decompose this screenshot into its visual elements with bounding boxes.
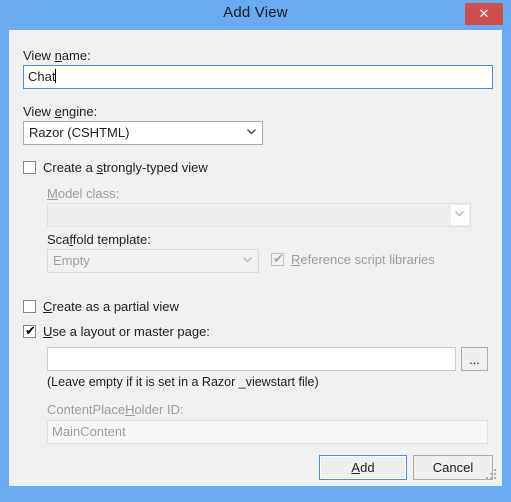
text-caret bbox=[55, 69, 57, 83]
model-class-select[interactable] bbox=[47, 203, 471, 227]
layout-path-input[interactable] bbox=[47, 347, 456, 371]
checkbox-box: ✔ bbox=[271, 251, 284, 266]
browse-layout-button[interactable]: ... bbox=[461, 347, 488, 371]
content-placeholder-label: ContentPlaceHolder ID: bbox=[47, 402, 184, 417]
dialog-client-area: View name: Chat View engine: Razor (CSHT… bbox=[9, 30, 502, 486]
scaffold-template-value: Empty bbox=[53, 253, 90, 268]
use-layout-label: Use a layout or master page: bbox=[43, 324, 210, 339]
view-name-value: Chat bbox=[28, 69, 56, 84]
content-placeholder-value: MainContent bbox=[52, 424, 126, 439]
content-placeholder-input[interactable]: MainContent bbox=[47, 420, 488, 444]
title-bar: Add View ✕ bbox=[0, 0, 511, 30]
add-button[interactable]: Add bbox=[319, 455, 407, 480]
resize-grip[interactable] bbox=[485, 469, 498, 482]
view-name-input[interactable]: Chat bbox=[23, 65, 493, 89]
check-icon: ✔ bbox=[25, 323, 36, 338]
layout-hint-text: (Leave empty if it is set in a Razor _vi… bbox=[47, 375, 319, 389]
partial-view-label: Create as a partial view bbox=[43, 299, 179, 314]
add-button-label: dd bbox=[360, 460, 375, 475]
chevron-down-icon bbox=[455, 211, 464, 217]
add-view-dialog: Add View ✕ View name: Chat View engine: … bbox=[0, 0, 511, 502]
reference-script-libraries-label: Reference script libraries bbox=[291, 252, 435, 267]
close-icon[interactable]: ✕ bbox=[465, 3, 503, 25]
add-button-accel: A bbox=[351, 460, 361, 475]
chevron-down-icon bbox=[247, 129, 256, 135]
view-engine-value: Razor (CSHTML) bbox=[29, 125, 130, 140]
checkbox-box bbox=[23, 161, 36, 174]
view-engine-select[interactable]: Razor (CSHTML) bbox=[23, 121, 263, 145]
view-engine-label: View engine: bbox=[23, 104, 98, 119]
checkbox-box: ✔ bbox=[23, 323, 36, 338]
scaffold-template-label: Scaffold template: bbox=[47, 232, 151, 247]
check-icon: ✔ bbox=[273, 251, 284, 266]
scaffold-template-select[interactable]: Empty bbox=[47, 249, 259, 273]
view-name-label: View name: bbox=[23, 48, 91, 63]
cancel-button[interactable]: Cancel bbox=[413, 455, 493, 480]
strongly-typed-view-label: Create a strongly-typed view bbox=[43, 160, 208, 175]
model-class-label: Model class: bbox=[47, 186, 120, 201]
window-title: Add View bbox=[223, 4, 288, 21]
chevron-down-icon bbox=[243, 257, 252, 263]
checkbox-box bbox=[23, 300, 36, 313]
